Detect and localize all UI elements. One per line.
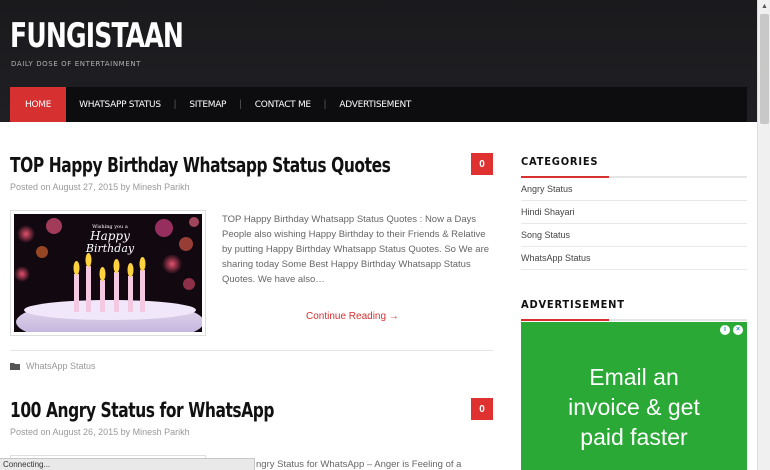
post-thumbnail[interactable]: Wishing you a Happy Birthday [10,210,206,344]
scrollbar-thumb[interactable] [760,14,769,124]
vertical-scrollbar[interactable]: ▲ [757,0,770,470]
site-tagline: DAILY DOSE OF ENTERTAINMENT [11,60,142,68]
site-title[interactable]: FUNGISTAAN [10,16,184,56]
post-category: WhatsApp Status [10,361,96,371]
ad-text-line: invoice & get [568,394,700,420]
widget-title-advertisement: ADVERTISEMENT [521,298,625,311]
nav-item-whatsapp-status[interactable]: WHATSAPP STATUS [66,87,174,122]
advertisement-banner[interactable]: i × Email an invoice & get paid faster [521,322,747,470]
post-title[interactable]: 100 Angry Status for WhatsApp [10,398,274,422]
browser-status-bar: Connecting... [0,458,255,470]
post-excerpt: ngry Status for WhatsApp – Anger is Feel… [256,459,462,470]
ad-close-icon[interactable]: × [733,325,743,335]
post-divider [10,350,493,351]
comment-count-badge[interactable]: 0 [471,153,493,175]
birthday-cake-image: Wishing you a Happy Birthday [14,214,204,344]
nav-item-contact-me[interactable]: CONTACT ME [242,87,324,122]
category-link-song-status[interactable]: Song Status [521,224,747,247]
ad-choices[interactable]: i × [720,325,743,335]
category-link-whatsapp-status[interactable]: WhatsApp Status [521,247,747,270]
nav-item-home[interactable]: HOME [10,87,67,122]
main-navigation: HOME WHATSAPP STATUS | SITEMAP | CONTACT… [10,87,747,122]
post-article: TOP Happy Birthday Whatsapp Status Quote… [10,153,493,378]
ad-text-line: Email an [589,364,679,390]
thumbnail-caption-happy: Happy [89,229,130,243]
nav-item-sitemap[interactable]: SITEMAP [176,87,239,122]
post-meta: Posted on August 26, 2015 by Minesh Pari… [10,427,190,437]
sidebar: CATEGORIES Angry Status Hindi Shayari So… [521,155,747,321]
folder-icon [10,363,20,370]
post-meta: Posted on August 27, 2015 by Minesh Pari… [10,182,190,192]
scroll-up-arrow-icon[interactable]: ▲ [758,0,770,13]
category-link-angry-status[interactable]: Angry Status [521,178,747,201]
comment-count-badge[interactable]: 0 [471,398,493,420]
widget-title-categories: CATEGORIES [521,155,599,168]
ad-info-icon[interactable]: i [720,325,730,335]
nav-item-advertisement[interactable]: ADVERTISEMENT [326,87,424,122]
advertisement-widget: ADVERTISEMENT [521,298,747,321]
ad-text-line: paid faster [580,424,688,450]
site-header: FUNGISTAAN DAILY DOSE OF ENTERTAINMENT H… [0,0,757,122]
continue-reading-link[interactable]: Continue Reading → [306,311,399,322]
widget-title-underline [521,319,747,321]
post-category-link[interactable]: WhatsApp Status [26,361,96,371]
category-link-hindi-shayari[interactable]: Hindi Shayari [521,201,747,224]
post-excerpt: TOP Happy Birthday Whatsapp Status Quote… [222,214,490,285]
post-title[interactable]: TOP Happy Birthday Whatsapp Status Quote… [10,153,391,177]
thumbnail-caption-birthday: Birthday [85,242,135,255]
categories-widget: CATEGORIES Angry Status Hindi Shayari So… [521,155,747,270]
widget-title-underline [521,176,747,178]
